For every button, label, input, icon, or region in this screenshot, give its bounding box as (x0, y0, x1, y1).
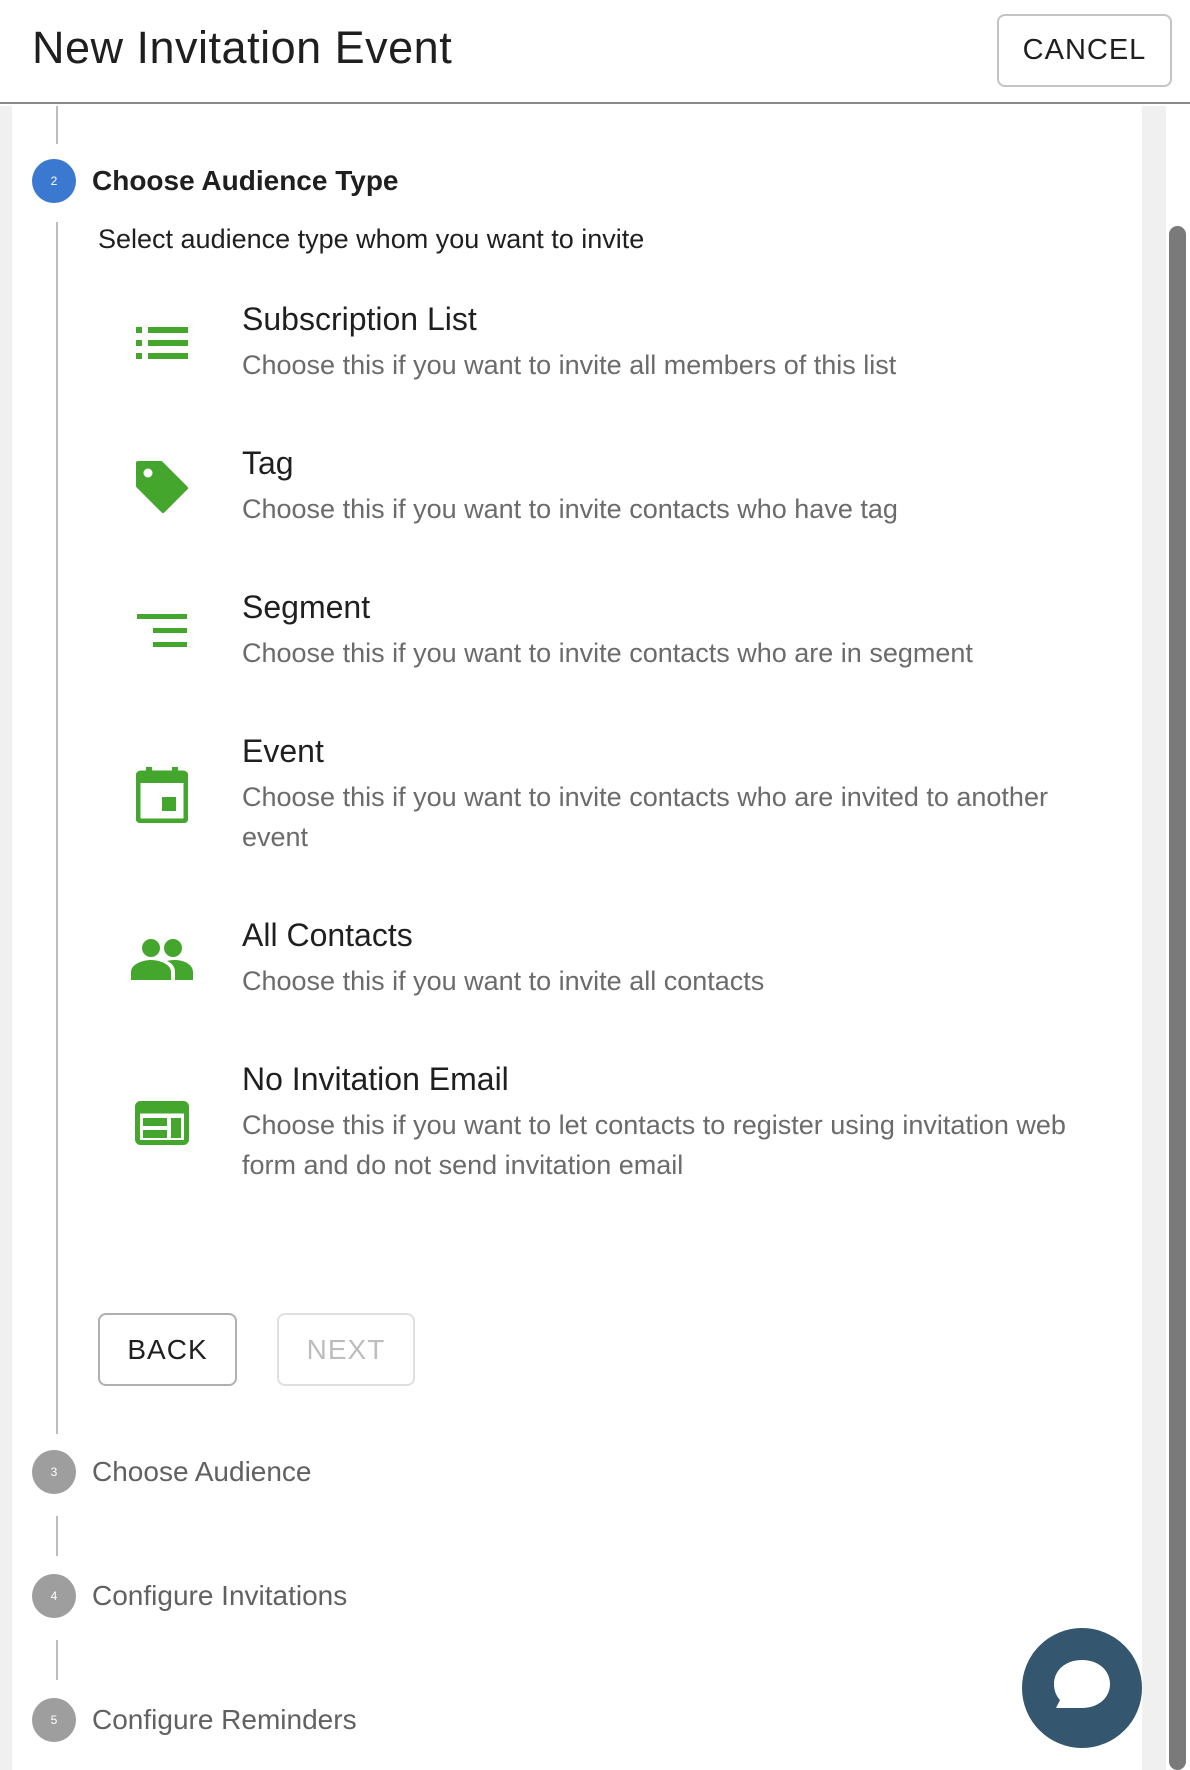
web-form-icon (120, 1081, 204, 1165)
segment-icon (120, 589, 204, 673)
option-title: No Invitation Email (242, 1061, 509, 1097)
left-gutter (0, 106, 12, 1770)
option-description: Choose this if you want to invite all co… (242, 966, 765, 996)
option-title: Segment (242, 589, 371, 625)
page-title: New Invitation Event (32, 22, 453, 73)
step-connector (56, 1516, 58, 1556)
option-description: Choose this if you want to invite contac… (242, 638, 973, 668)
option-segment[interactable]: Segment Choose this if you want to invit… (120, 589, 1100, 679)
list-icon (120, 301, 204, 385)
chat-bubble-icon (1050, 1656, 1114, 1721)
step-connector (56, 222, 58, 1434)
people-icon (120, 917, 204, 1001)
app-header: New Invitation Event CANCEL (0, 0, 1190, 104)
option-all-contacts[interactable]: All Contacts Choose this if you want to … (120, 917, 1100, 1007)
option-subscription-list[interactable]: Subscription List Choose this if you wan… (120, 301, 1100, 391)
option-description: Choose this if you want to let contacts … (242, 1110, 1066, 1180)
option-tag[interactable]: Tag Choose this if you want to invite co… (120, 445, 1100, 535)
step-title-configure-invitations[interactable]: Configure Invitations (92, 1580, 347, 1612)
tag-icon (120, 445, 204, 529)
chat-launcher-button[interactable] (1022, 1628, 1142, 1748)
scrollbar-thumb[interactable] (1169, 226, 1186, 1770)
step-title-choose-audience-type: Choose Audience Type (92, 165, 399, 196)
step-number-2: 2 (32, 159, 76, 203)
step-number-3: 3 (32, 1450, 76, 1494)
calendar-icon (120, 753, 204, 837)
option-description: Choose this if you want to invite contac… (242, 782, 1048, 852)
option-no-invitation-email[interactable]: No Invitation Email Choose this if you w… (120, 1061, 1100, 1191)
step-title-choose-audience[interactable]: Choose Audience (92, 1456, 312, 1488)
option-event[interactable]: Event Choose this if you want to invite … (120, 733, 1100, 863)
option-description: Choose this if you want to invite contac… (242, 494, 898, 524)
option-title: Tag (242, 445, 294, 481)
step-number-4: 4 (32, 1574, 76, 1618)
option-description: Choose this if you want to invite all me… (242, 350, 897, 380)
step-connector (56, 1640, 58, 1680)
back-button[interactable]: BACK (98, 1313, 237, 1386)
option-title: All Contacts (242, 917, 413, 953)
option-title: Subscription List (242, 301, 477, 337)
audience-intro-text: Select audience type whom you want to in… (98, 224, 645, 254)
option-title: Event (242, 733, 324, 769)
next-button: NEXT (277, 1313, 415, 1386)
step-connector (56, 106, 58, 144)
step-number-5: 5 (32, 1698, 76, 1742)
step-title-configure-reminders[interactable]: Configure Reminders (92, 1704, 357, 1736)
cancel-button[interactable]: CANCEL (997, 14, 1172, 87)
